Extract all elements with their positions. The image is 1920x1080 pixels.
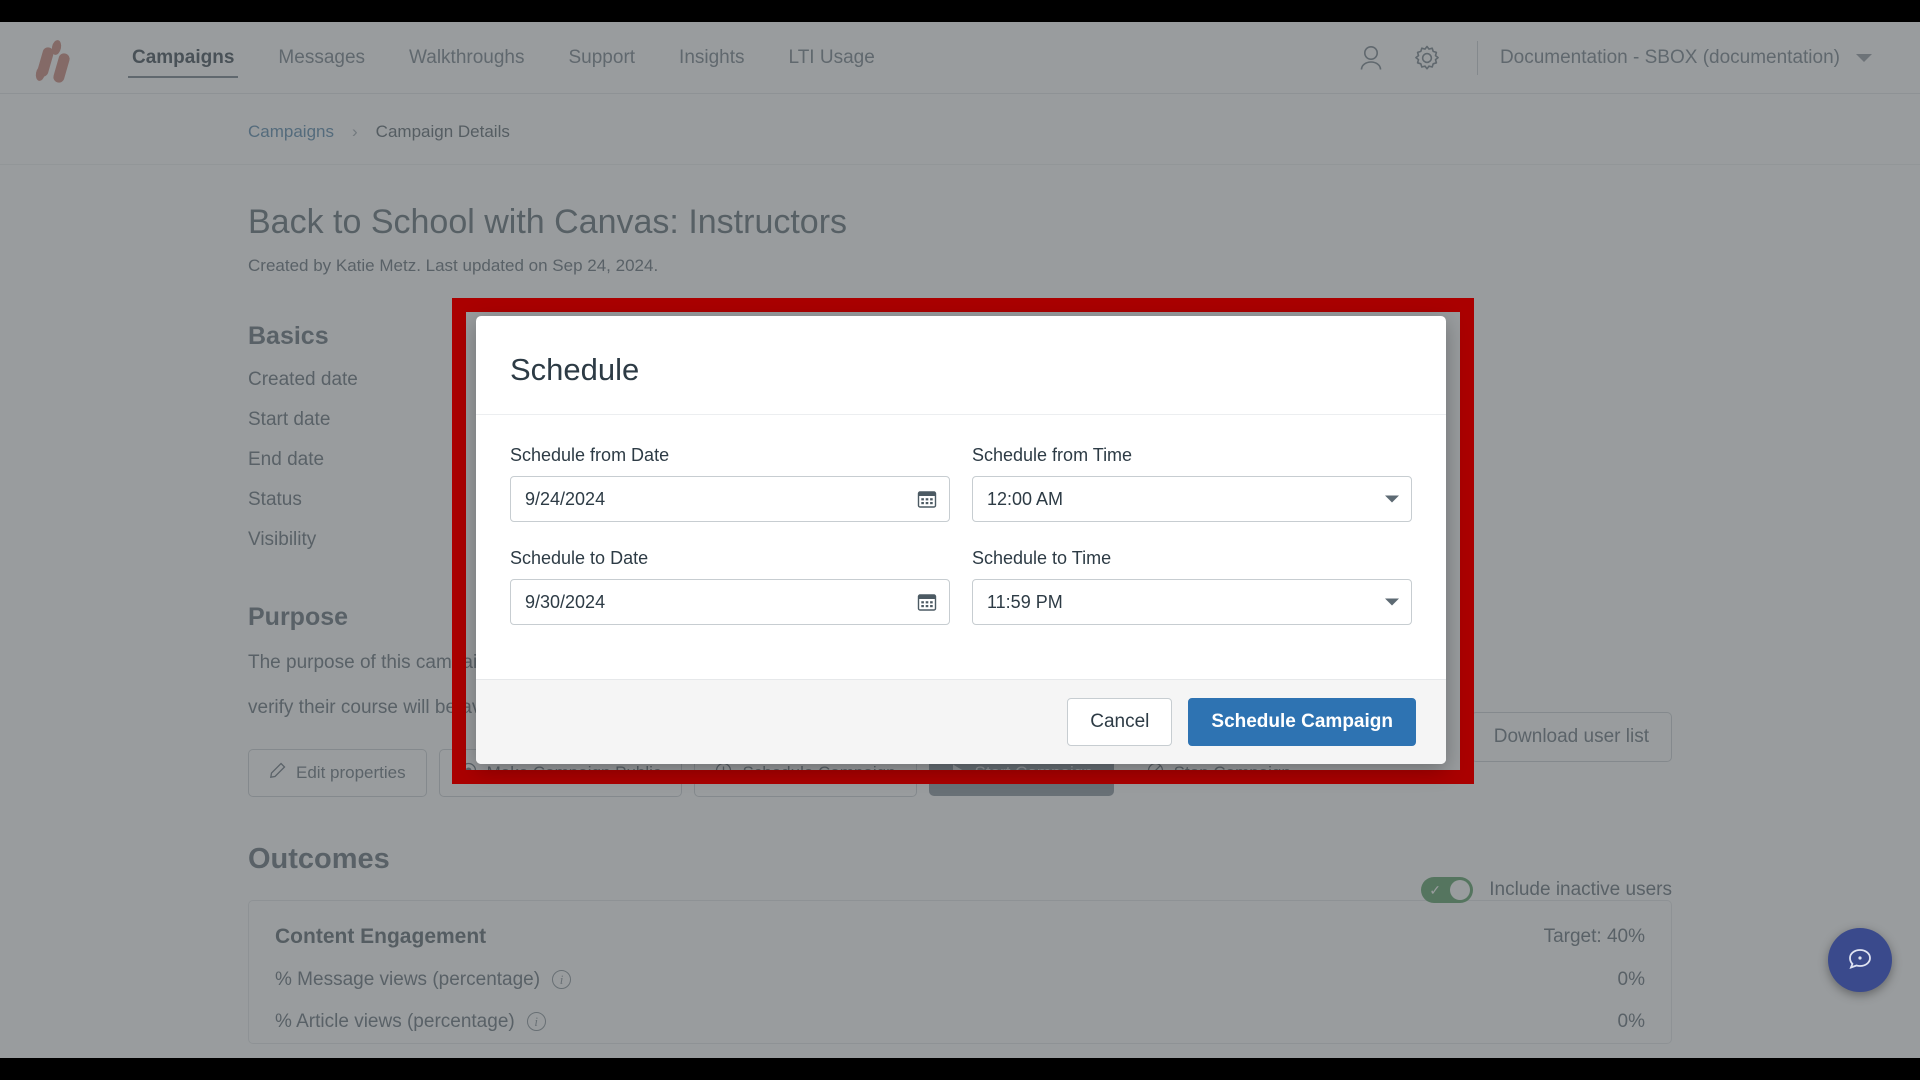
schedule-to-date-label: Schedule to Date xyxy=(510,548,649,568)
calendar-icon[interactable] xyxy=(917,489,937,509)
schedule-to-time-value: 11:59 PM xyxy=(987,591,1063,612)
schedule-from-time-label: Schedule from Time xyxy=(972,445,1133,465)
schedule-to-date-value: 9/30/2024 xyxy=(525,591,606,612)
schedule-from-date-label: Schedule from Date xyxy=(510,445,670,465)
modal-header: Schedule xyxy=(476,316,1446,415)
schedule-from-time-field: Schedule from Time 12:00 AM xyxy=(972,445,1412,522)
schedule-to-row: Schedule to Date 9/30/2024 Schedule to T… xyxy=(510,548,1412,625)
schedule-to-date-field: Schedule to Date 9/30/2024 xyxy=(510,548,950,625)
schedule-campaign-submit-button[interactable]: Schedule Campaign xyxy=(1188,698,1416,746)
modal-body: Schedule from Date 9/24/2024 Schedule fr… xyxy=(476,415,1446,679)
chat-bubble-icon[interactable] xyxy=(1828,928,1892,992)
schedule-from-row: Schedule from Date 9/24/2024 Schedule fr… xyxy=(510,445,1412,522)
chevron-down-icon[interactable] xyxy=(1385,495,1399,503)
schedule-from-time-value: 12:00 AM xyxy=(987,488,1064,509)
cancel-button[interactable]: Cancel xyxy=(1067,698,1173,746)
schedule-from-time-select[interactable]: 12:00 AM xyxy=(972,476,1412,522)
modal-footer: Cancel Schedule Campaign xyxy=(476,679,1446,764)
chevron-down-icon[interactable] xyxy=(1385,598,1399,606)
schedule-to-time-label: Schedule to Time xyxy=(972,548,1112,568)
schedule-to-date-input[interactable]: 9/30/2024 xyxy=(510,579,950,625)
schedule-to-time-field: Schedule to Time 11:59 PM xyxy=(972,548,1412,625)
calendar-icon[interactable] xyxy=(917,592,937,612)
schedule-from-date-input[interactable]: 9/24/2024 xyxy=(510,476,950,522)
schedule-from-date-field: Schedule from Date 9/24/2024 xyxy=(510,445,950,522)
screen-root: Campaigns Messages Walkthroughs Support … xyxy=(0,0,1920,1080)
modal-title: Schedule xyxy=(510,352,640,387)
schedule-from-date-value: 9/24/2024 xyxy=(525,488,606,509)
schedule-to-time-select[interactable]: 11:59 PM xyxy=(972,579,1412,625)
schedule-modal: Schedule Schedule from Date 9/24/2024 Sc… xyxy=(476,316,1446,764)
